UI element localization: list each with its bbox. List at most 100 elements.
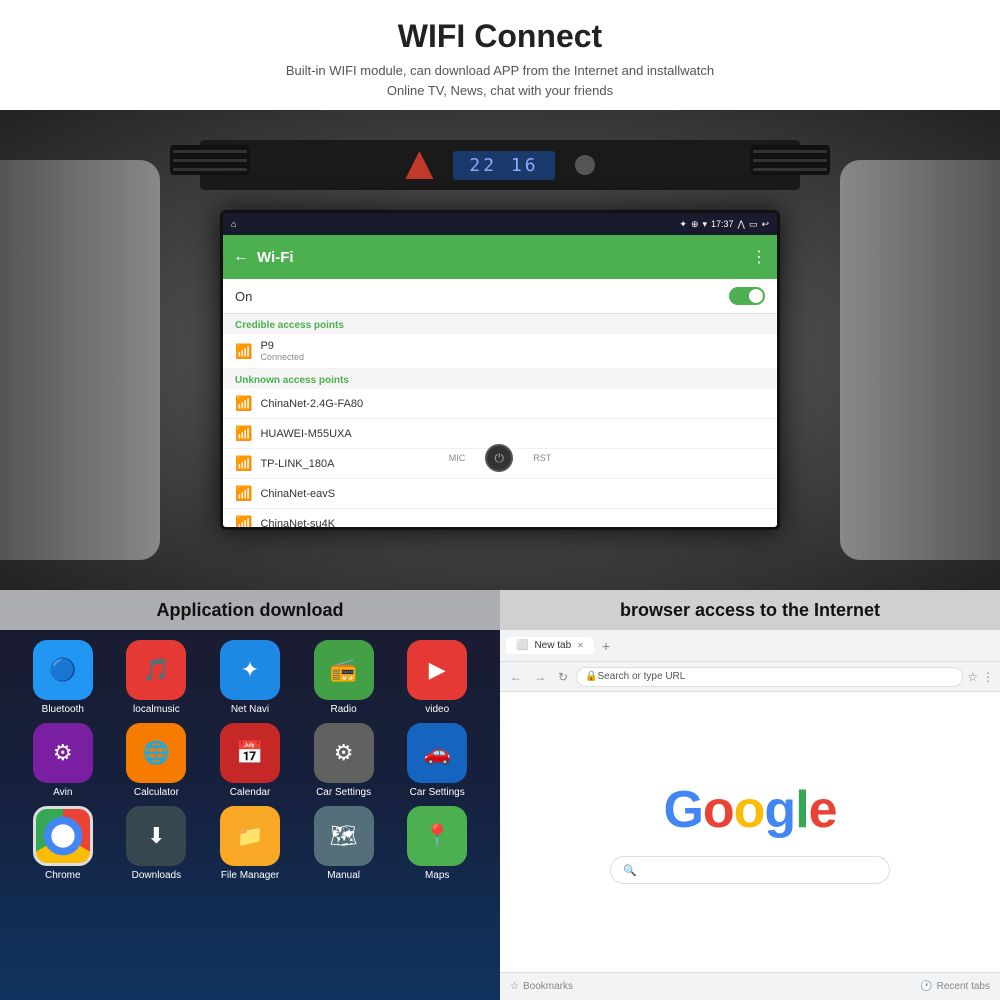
bluetooth-app-icon: 🔵 xyxy=(33,640,93,700)
app-item-calculator[interactable]: 🌐 Calculator xyxy=(114,723,200,798)
video-app-icon: ▶ xyxy=(407,640,467,700)
car-interior-section: 22 16 ⌂ ✦ ⊕ ▾ 17:37 ⋀ ▭ ↩ xyxy=(0,110,1000,590)
wifi-screen-title: Wi-Fi xyxy=(257,249,743,266)
wifi-description: Built-in WIFI module, can download APP f… xyxy=(60,61,940,100)
filemanager-app-name: File Manager xyxy=(221,870,279,881)
wifi-network-chinanet-su4k[interactable]: 📶 ChinaNet-su4K xyxy=(223,509,777,527)
browser-access-label: browser access to the Internet xyxy=(500,590,1000,630)
app-item-calendar[interactable]: 📅 Calendar xyxy=(207,723,293,798)
wifi-signal-icon-6: 📶 xyxy=(235,515,252,527)
rst-label: RST xyxy=(533,453,551,463)
url-bar[interactable]: 🔒 Search or type URL xyxy=(576,667,963,687)
tab-title: New tab xyxy=(534,640,571,651)
network-name-6: ChinaNet-su4K xyxy=(260,518,335,528)
forward-nav-button[interactable]: → xyxy=(530,668,550,686)
wifi-header-bar: ← Wi-Fi ⋮ xyxy=(223,235,777,279)
wifi-network-chinanet-eavs[interactable]: 📶 ChinaNet-eavS xyxy=(223,479,777,509)
recent-tabs-label: Recent tabs xyxy=(937,981,990,992)
tab-favicon: ⬜ xyxy=(516,640,528,651)
recent-tabs-item[interactable]: 🕐 Recent tabs xyxy=(920,981,990,992)
network-name-5: ChinaNet-eavS xyxy=(260,488,335,500)
vent-right xyxy=(750,145,830,175)
maps-app-icon: 📍 xyxy=(407,806,467,866)
network-name-3: HUAWEI-M55UXA xyxy=(260,428,351,440)
avin-app-icon: ⚙ xyxy=(33,723,93,783)
google-search-box[interactable]: 🔍 xyxy=(610,856,890,884)
wifi-toggle[interactable] xyxy=(729,287,765,305)
back-button[interactable]: ← xyxy=(233,248,249,266)
wifi-network-p9[interactable]: 📶 P9 Connected xyxy=(223,334,777,369)
app-item-carsettings2[interactable]: 🚗 Car Settings xyxy=(394,723,480,798)
app-item-manual[interactable]: 🗺 Manual xyxy=(301,806,387,881)
netnavi-app-icon: ✦ xyxy=(220,640,280,700)
chrome-tab-newtab[interactable]: ⬜ New tab ✕ xyxy=(506,637,594,654)
browser-bottom-bar: ☆ Bookmarks 🕐 Recent tabs xyxy=(500,972,1000,1000)
app-item-radio[interactable]: 📻 Radio xyxy=(301,640,387,715)
wifi-status-icon: ⊕ xyxy=(691,219,699,230)
refresh-nav-button[interactable]: ↻ xyxy=(554,668,572,686)
recent-tabs-icon: 🕐 xyxy=(920,981,932,992)
wifi-menu-button[interactable]: ⋮ xyxy=(751,247,767,267)
calendar-app-icon: 📅 xyxy=(220,723,280,783)
carsettings2-app-name: Car Settings xyxy=(410,787,465,798)
back-nav-button[interactable]: ← xyxy=(506,668,526,686)
radio-app-icon: 📻 xyxy=(314,640,374,700)
bluetooth-app-name: Bluetooth xyxy=(42,704,84,715)
back-icon: ↩ xyxy=(761,219,769,230)
browser-menu-button[interactable]: ⋮ xyxy=(982,670,994,684)
wifi-network-chinanet-2[interactable]: 📶 ChinaNet-2.4G-FA80 xyxy=(223,389,777,419)
app-item-localmusic[interactable]: 🎵 localmusic xyxy=(114,640,200,715)
url-text: Search or type URL xyxy=(598,671,686,682)
right-seat xyxy=(840,160,1000,560)
left-seat xyxy=(0,160,160,560)
browser-content-area: Google 🔍 xyxy=(500,692,1000,972)
page-title: WIFI Connect xyxy=(60,18,940,55)
app-item-bluetooth[interactable]: 🔵 Bluetooth xyxy=(20,640,106,715)
wifi-on-label: On xyxy=(235,289,252,304)
app-item-maps[interactable]: 📍 Maps xyxy=(394,806,480,881)
chrome-app-icon: ◉ xyxy=(33,806,93,866)
downloads-app-icon: ⬇ xyxy=(126,806,186,866)
app-item-carsettings1[interactable]: ⚙ Car Settings xyxy=(301,723,387,798)
hazard-button[interactable] xyxy=(405,151,433,179)
home-icon: ⌂ xyxy=(231,219,236,229)
bottom-section: Application download browser access to t… xyxy=(0,590,1000,1000)
tab-close-button[interactable]: ✕ xyxy=(577,641,584,650)
carsettings2-app-icon: 🚗 xyxy=(407,723,467,783)
battery-icon: ▭ xyxy=(749,219,758,230)
network-name-2: ChinaNet-2.4G-FA80 xyxy=(260,398,363,410)
bookmarks-icon: ☆ xyxy=(510,981,519,992)
clock-display: 22 16 xyxy=(453,151,554,180)
bookmark-button[interactable]: ☆ xyxy=(967,670,978,684)
calendar-app-name: Calendar xyxy=(230,787,271,798)
camera-button xyxy=(575,155,595,175)
app-item-avin[interactable]: ⚙ Avin xyxy=(20,723,106,798)
mic-label: MIC xyxy=(449,453,466,463)
new-tab-button[interactable]: + xyxy=(598,638,614,654)
app-item-filemanager[interactable]: 📁 File Manager xyxy=(207,806,293,881)
screen-control-buttons: MIC ⏻ RST xyxy=(400,444,600,472)
bookmarks-label: Bookmarks xyxy=(523,981,573,992)
google-logo: Google xyxy=(663,780,836,840)
app-item-netnavi[interactable]: ✦ Net Navi xyxy=(207,640,293,715)
power-button[interactable]: ⏻ xyxy=(485,444,513,472)
bookmarks-item[interactable]: ☆ Bookmarks xyxy=(510,981,573,992)
network-name: P9 xyxy=(260,340,304,352)
avin-app-name: Avin xyxy=(53,787,72,798)
wifi-signal-icon-2: 📶 xyxy=(235,395,252,412)
maps-app-name: Maps xyxy=(425,870,449,881)
chrome-app-name: Chrome xyxy=(45,870,81,881)
network-name-4: TP-LINK_180A xyxy=(260,458,334,470)
radio-app-name: Radio xyxy=(331,704,357,715)
vent-left xyxy=(170,145,250,175)
manual-app-icon: 🗺 xyxy=(314,806,374,866)
app-item-chrome[interactable]: ◉ Chrome xyxy=(20,806,106,881)
filemanager-app-icon: 📁 xyxy=(220,806,280,866)
network-status: Connected xyxy=(260,352,304,362)
wifi-signal-icon-4: 📶 xyxy=(235,455,252,472)
time-display: 17:37 xyxy=(711,219,734,229)
car-infotainment-screen[interactable]: ⌂ ✦ ⊕ ▾ 17:37 ⋀ ▭ ↩ ← Wi-Fi ⋮ On xyxy=(220,210,780,530)
video-app-name: video xyxy=(425,704,449,715)
app-item-downloads[interactable]: ⬇ Downloads xyxy=(114,806,200,881)
app-item-video[interactable]: ▶ video xyxy=(394,640,480,715)
